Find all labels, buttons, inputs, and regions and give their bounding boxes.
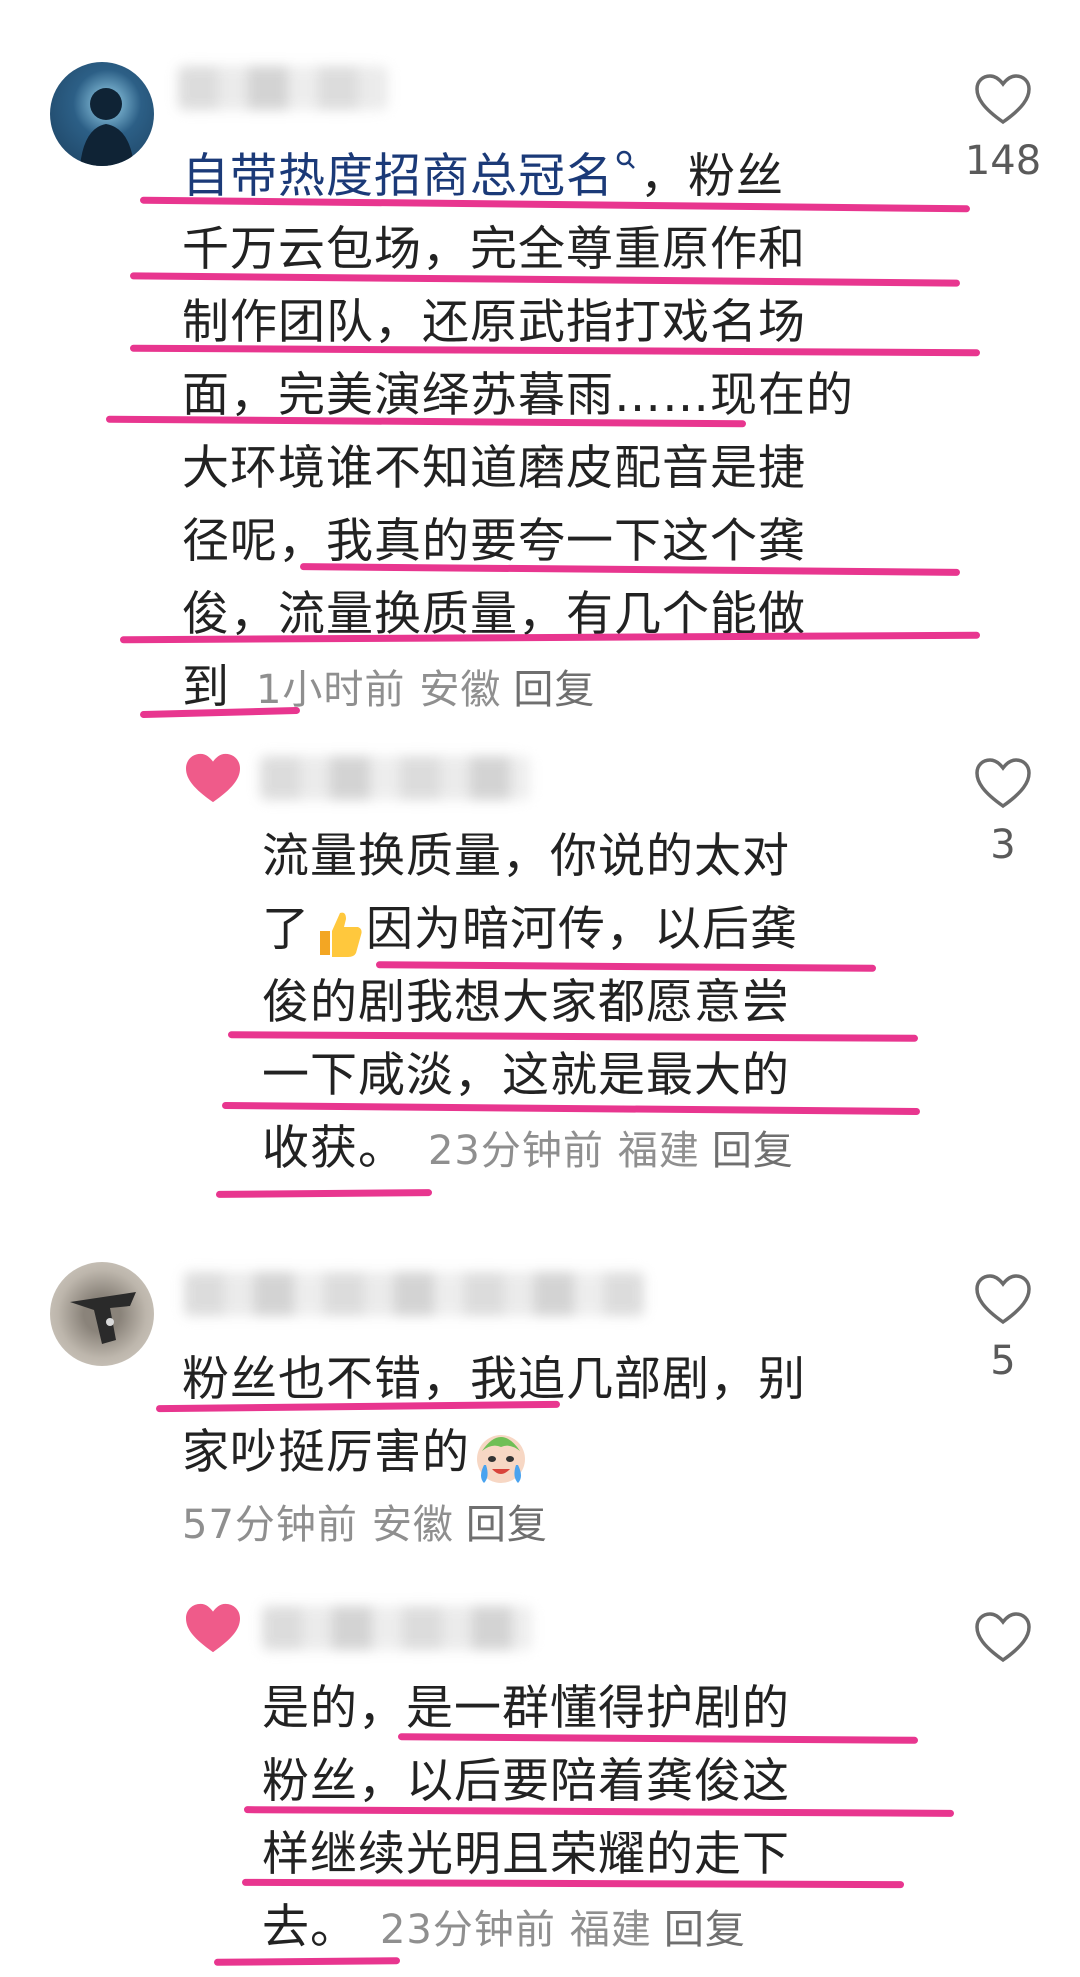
comment-line: 大环境谁不知道磨皮配音是捷	[182, 441, 806, 496]
heart-avatar-icon	[186, 753, 240, 803]
heart-outline-icon	[975, 1612, 1031, 1663]
reply-button[interactable]: 回复	[664, 1907, 746, 1953]
like-button[interactable]: 5	[958, 1272, 1048, 1384]
highlight-stroke	[213, 1957, 401, 1966]
avatar[interactable]	[184, 750, 242, 808]
comment-line: 流量换质量，你说的太对	[262, 829, 790, 884]
person-silhouette-icon	[80, 88, 134, 166]
like-button[interactable]: 3	[958, 756, 1048, 868]
like-button[interactable]: 148	[958, 72, 1048, 184]
comment-time: 23分钟前	[379, 1907, 556, 1953]
comment-line: 俊的剧我想大家都愿意尝	[262, 975, 790, 1030]
reply-button[interactable]: 回复	[513, 667, 595, 713]
comment-line: 家吵挺厉害的	[182, 1416, 806, 1489]
topic-link[interactable]: 自带热度招商总冠名	[182, 149, 614, 204]
comment-meta: 1小时前 安徽 回复	[256, 667, 595, 713]
thumbs-up-emoji	[320, 912, 362, 957]
like-button[interactable]	[958, 1610, 1048, 1670]
comment-location: 安徽	[419, 667, 502, 713]
search-icon	[616, 150, 635, 169]
username-blurred[interactable]	[260, 756, 530, 800]
comment-meta: 23分钟前 福建 回复	[428, 1128, 794, 1174]
comment-meta: 23分钟前 福建 回复	[380, 1907, 746, 1953]
comment-line: 一下咸淡，这就是最大的	[262, 1048, 790, 1103]
heart-outline-icon	[975, 758, 1031, 809]
crying-emoji	[477, 1434, 525, 1483]
comment-meta: 57分钟前 安徽 回复	[182, 1489, 806, 1562]
reply-button[interactable]: 回复	[712, 1128, 794, 1174]
like-count: 148	[964, 138, 1042, 184]
username-blurred[interactable]	[184, 1272, 644, 1316]
comment-location: 福建	[569, 1907, 652, 1953]
bird-avatar-icon	[70, 1292, 136, 1344]
comment-line-last: 收获。 23分钟前 福建 回复	[262, 1121, 794, 1176]
comment-body: 流量换质量，你说的太对 了 因为暗河传，以后龚 俊的剧我想大家都愿意尝 一下咸淡…	[262, 820, 798, 1185]
username-blurred[interactable]	[178, 66, 388, 110]
avatar[interactable]	[50, 62, 154, 166]
comment-location: 福建	[617, 1128, 700, 1174]
comment-body: 粉丝也不错，我追几部剧，别 家吵挺厉害的 57分钟前 安徽 回复	[182, 1343, 806, 1562]
username-blurred[interactable]	[262, 1606, 532, 1650]
avatar[interactable]	[50, 1262, 154, 1366]
comment-time: 1小时前	[255, 667, 406, 713]
heart-avatar-icon	[186, 1603, 240, 1653]
like-count: 5	[990, 1338, 1016, 1384]
heart-outline-icon	[975, 1274, 1031, 1325]
comment-time: 23分钟前	[427, 1128, 604, 1174]
reply-button[interactable]: 回复	[466, 1502, 548, 1548]
comment-time: 57分钟前	[182, 1502, 358, 1548]
like-count: 3	[990, 822, 1016, 868]
avatar[interactable]	[184, 1600, 242, 1658]
comment-line: 了 因为暗河传，以后龚	[262, 893, 798, 966]
comment-body: 是的，是一群懂得护剧的 粉丝，以后要陪着龚俊这 样继续光明且荣耀的走下 去。 2…	[262, 1672, 790, 1964]
heart-outline-icon	[975, 74, 1031, 125]
comment-location: 安徽	[371, 1502, 454, 1548]
comment-line-last: 去。 23分钟前 福建 回复	[262, 1900, 746, 1955]
highlight-stroke	[215, 1189, 433, 1198]
